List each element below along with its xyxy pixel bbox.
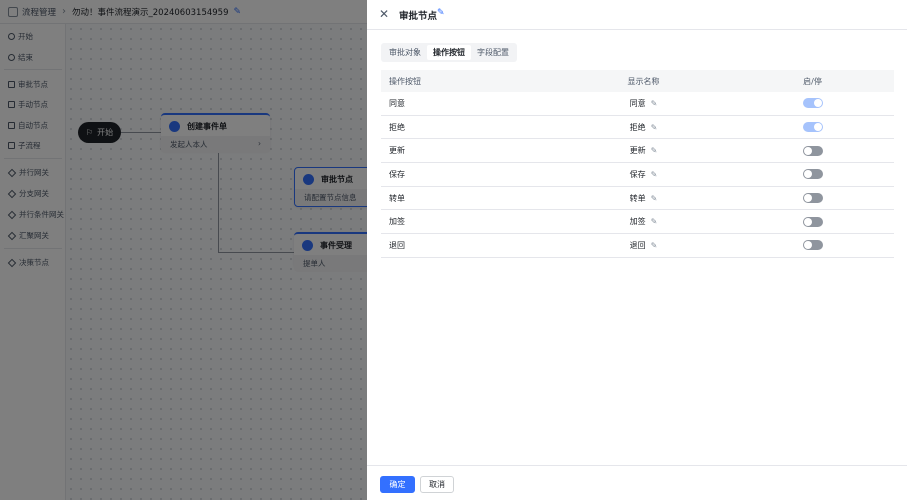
- display-name-text: 拒绝: [629, 122, 646, 132]
- table-row: 拒绝 拒绝 ✎: [381, 116, 894, 140]
- column-header-toggle: 启/停: [803, 76, 822, 86]
- tab-2[interactable]: 字段配置: [471, 45, 515, 60]
- display-name-text: 保存: [629, 169, 646, 179]
- close-icon[interactable]: ✕: [379, 7, 389, 21]
- toggle-knob: [803, 241, 812, 250]
- drawer-header: ✕ 审批节点 ✎: [367, 0, 907, 30]
- display-name-text: 退回: [629, 240, 646, 250]
- edit-display-name-icon[interactable]: ✎: [651, 99, 658, 108]
- display-name-cell: 同意 ✎: [556, 98, 731, 109]
- toggle-knob: [813, 99, 822, 108]
- action-button-table: 操作按钮 显示名称 启/停 同意 同意 ✎ 拒绝 拒绝 ✎ 更新 更新 ✎ 保存 保存 ✎ 转单 转单 ✎ 加…: [381, 70, 894, 258]
- button-name-cell: 退回: [389, 240, 405, 250]
- toggle-cell: [731, 169, 894, 180]
- edit-display-name-icon[interactable]: ✎: [651, 194, 658, 203]
- table-row: 同意 同意 ✎: [381, 92, 894, 116]
- table-row: 转单 转单 ✎: [381, 187, 894, 211]
- drawer-tabs: 审批对象 操作按钮 字段配置: [381, 43, 517, 62]
- edit-display-name-icon[interactable]: ✎: [651, 123, 658, 132]
- display-name-cell: 加签 ✎: [556, 216, 731, 227]
- toggle-cell: [731, 122, 894, 133]
- display-name-cell: 更新 ✎: [556, 145, 731, 156]
- toggle-knob: [803, 170, 812, 179]
- display-name-text: 同意: [629, 98, 646, 108]
- tab-1[interactable]: 操作按钮: [427, 45, 471, 60]
- table-row: 保存 保存 ✎: [381, 163, 894, 187]
- toggle-cell: [731, 145, 894, 156]
- display-name-cell: 保存 ✎: [556, 169, 731, 180]
- toggle-cell: [731, 216, 894, 227]
- drawer-title: 审批节点: [399, 11, 438, 22]
- edit-display-name-icon[interactable]: ✎: [651, 170, 658, 179]
- table-row: 更新 更新 ✎: [381, 139, 894, 164]
- approval-node-drawer: ✕ 审批节点 ✎ 审批对象 操作按钮 字段配置 操作按钮 显示名称 启/停 同意 同意…: [367, 0, 907, 500]
- edit-display-name-icon[interactable]: ✎: [651, 217, 658, 226]
- toggle-knob: [813, 123, 822, 132]
- edit-display-name-icon[interactable]: ✎: [651, 241, 658, 250]
- table-row: 加签 加签 ✎: [381, 210, 894, 235]
- column-header-display: 显示名称: [627, 76, 660, 86]
- enable-toggle[interactable]: [802, 193, 823, 204]
- toggle-knob: [803, 146, 812, 155]
- display-name-text: 加签: [629, 217, 646, 227]
- toggle-cell: [731, 240, 894, 251]
- enable-toggle[interactable]: [802, 145, 823, 156]
- drawer-footer: 确定 取消: [367, 465, 907, 500]
- button-name-cell: 更新: [389, 146, 405, 156]
- edit-name-icon[interactable]: ✎: [437, 8, 445, 18]
- table-row: 退回 退回 ✎: [381, 234, 894, 258]
- button-name-cell: 同意: [389, 98, 405, 108]
- button-name-cell: 拒绝: [389, 122, 405, 132]
- cancel-button[interactable]: 取消: [420, 476, 454, 493]
- edit-display-name-icon[interactable]: ✎: [651, 146, 658, 155]
- toggle-knob: [803, 217, 812, 226]
- table-body: 同意 同意 ✎ 拒绝 拒绝 ✎ 更新 更新 ✎ 保存 保存 ✎ 转单 转单 ✎ 加签 加签 ✎ 退回 退回 ✎: [381, 92, 894, 258]
- confirm-button[interactable]: 确定: [380, 476, 415, 493]
- enable-toggle[interactable]: [802, 122, 823, 133]
- button-name-cell: 转单: [389, 193, 405, 203]
- toggle-knob: [803, 194, 812, 203]
- enable-toggle[interactable]: [802, 169, 823, 180]
- button-name-cell: 保存: [389, 169, 405, 179]
- display-name-text: 转单: [629, 193, 646, 203]
- toggle-cell: [731, 98, 894, 109]
- enable-toggle[interactable]: [802, 240, 823, 251]
- toggle-cell: [731, 193, 894, 204]
- enable-toggle[interactable]: [802, 98, 823, 109]
- display-name-text: 更新: [629, 146, 646, 156]
- display-name-cell: 退回 ✎: [556, 240, 731, 251]
- button-name-cell: 加签: [389, 217, 405, 227]
- enable-toggle[interactable]: [802, 216, 823, 227]
- column-header-button: 操作按钮: [389, 76, 421, 86]
- tab-0[interactable]: 审批对象: [383, 45, 427, 60]
- display-name-cell: 拒绝 ✎: [556, 122, 731, 133]
- table-header: 操作按钮 显示名称 启/停: [381, 70, 894, 92]
- display-name-cell: 转单 ✎: [556, 193, 731, 204]
